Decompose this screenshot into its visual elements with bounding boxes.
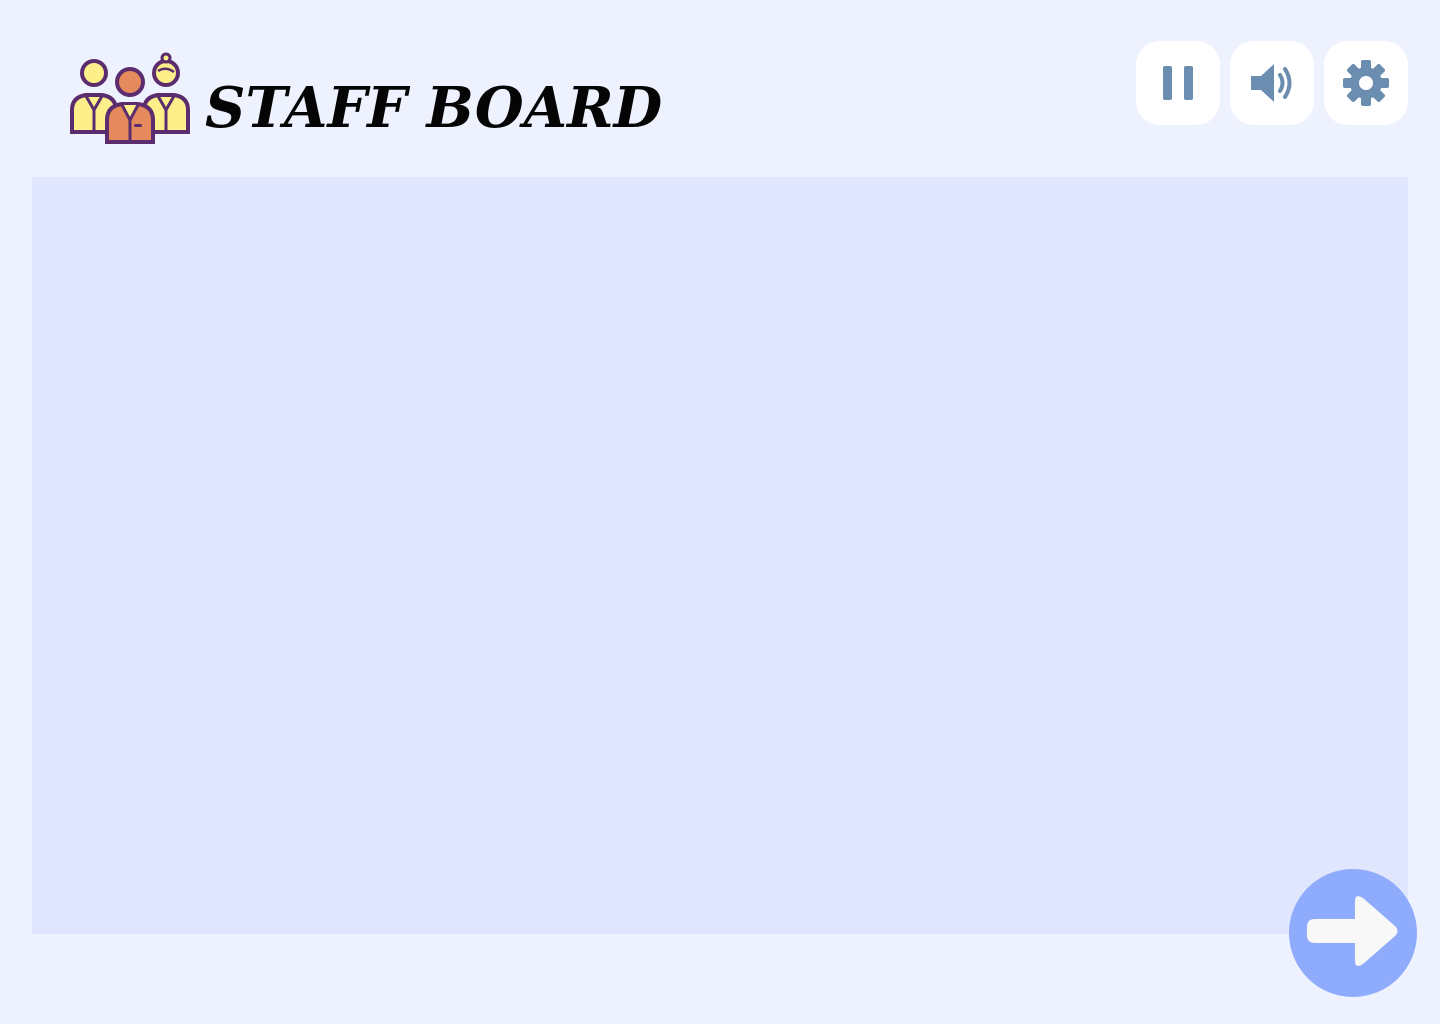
pause-button[interactable]	[1136, 41, 1220, 125]
staff-group-icon	[68, 50, 192, 146]
speaker-volume-icon	[1248, 59, 1296, 107]
arrow-right-icon	[1303, 889, 1403, 977]
gear-icon	[1342, 59, 1390, 107]
settings-button[interactable]	[1324, 41, 1408, 125]
page-title: STAFF BOARD	[205, 75, 663, 141]
next-button[interactable]	[1289, 869, 1417, 997]
sound-button[interactable]	[1230, 41, 1314, 125]
staff-board-area	[32, 177, 1408, 934]
pause-icon	[1162, 65, 1194, 101]
